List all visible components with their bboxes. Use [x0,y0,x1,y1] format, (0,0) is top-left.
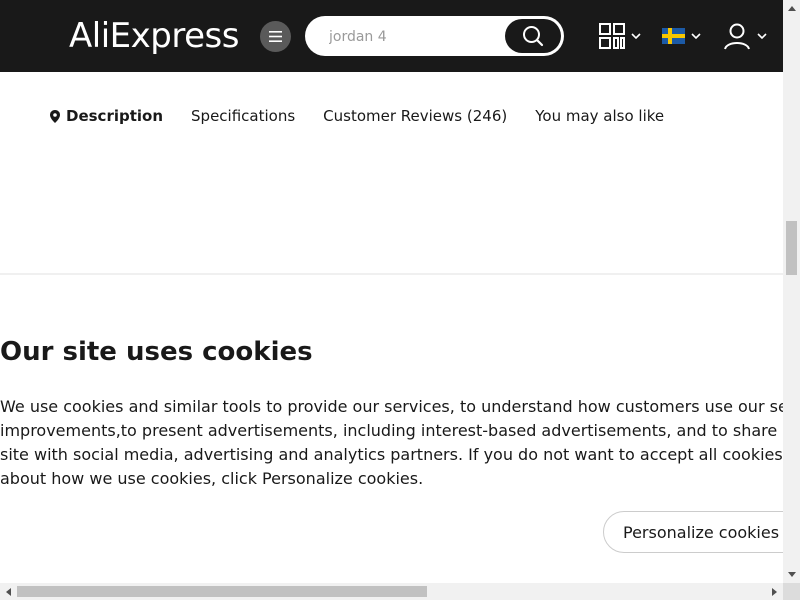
search-icon [523,26,544,47]
arrow-right-icon [772,587,777,596]
tab-label: You may also like [535,107,665,125]
search-box [305,16,564,58]
cookie-text-line: improvements,to present advertisements, … [0,421,783,440]
sweden-flag-icon [662,28,685,44]
tab-customer-reviews[interactable]: Customer Reviews (246) [323,107,507,125]
top-header: AliExpress [0,0,783,72]
tab-specifications[interactable]: Specifications [191,107,295,125]
menu-button[interactable] [260,21,291,52]
aliexpress-logo[interactable]: AliExpress [69,15,239,57]
cookie-text-line: We use cookies and similar tools to prov… [0,397,783,416]
user-icon [724,23,750,50]
cookie-banner: Our site uses cookies We use cookies and… [0,273,783,583]
page-viewport: AliExpress jordan 4 Description Specific… [0,0,783,583]
tab-label: Specifications [191,107,296,125]
chevron-down-icon [631,33,641,39]
scroll-down-arrow[interactable] [783,566,800,583]
language-selector[interactable] [662,20,701,52]
scroll-up-arrow[interactable] [783,0,800,17]
location-pin-icon [50,109,60,123]
cookie-title: Our site uses cookies [0,337,313,367]
account-button[interactable] [723,20,767,52]
search-input[interactable] [327,16,501,58]
cookie-text-line: about how we use cookies, click Personal… [0,469,424,488]
arrow-left-icon [6,587,11,596]
arrow-up-icon [787,6,796,11]
arrow-down-icon [787,572,796,577]
app-download-button[interactable] [599,20,641,52]
tab-you-may-also-like[interactable]: You may also like [535,107,664,125]
qr-code-icon [599,23,625,49]
product-tabs: Description Specifications Customer Revi… [50,104,692,128]
cookie-description: We use cookies and similar tools to prov… [0,395,783,491]
vertical-scrollbar-thumb[interactable] [786,221,797,275]
scroll-right-arrow[interactable] [766,583,783,600]
chevron-down-icon [757,33,767,39]
search-button[interactable] [505,19,561,53]
vertical-scrollbar[interactable] [783,0,800,583]
personalize-cookies-button[interactable]: Personalize cookies [603,511,783,553]
menu-icon [269,31,282,42]
chevron-down-icon [691,33,701,39]
cookie-text-line: site with social media, advertising and … [0,445,783,464]
scroll-left-arrow[interactable] [0,583,17,600]
horizontal-scrollbar-thumb[interactable] [17,586,427,597]
scrollbar-corner [783,583,800,600]
tab-description[interactable]: Description [50,107,163,125]
tab-label: Customer Reviews (246) [323,107,508,125]
tab-label: Description [66,107,164,125]
